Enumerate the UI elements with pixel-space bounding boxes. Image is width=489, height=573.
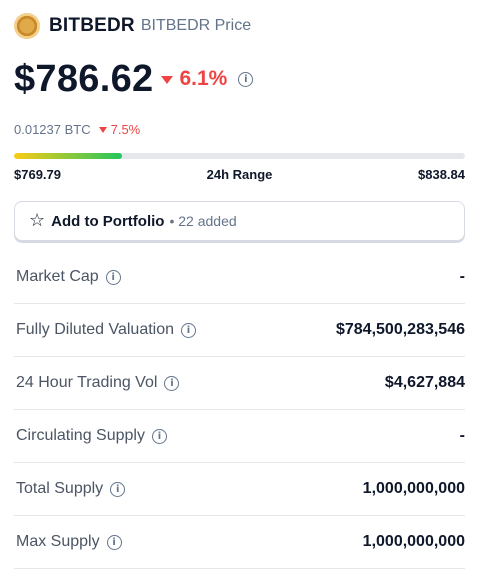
btc-price-row: 0.01237 BTC 7.5% xyxy=(14,122,465,137)
add-to-portfolio-button[interactable]: ☆ Add to Portfolio • 22 added xyxy=(14,201,465,241)
stat-row-market-cap: Market Cap i - xyxy=(14,251,465,304)
stat-label-text: 24 Hour Trading Vol xyxy=(16,374,158,391)
stat-row-24h-trading-vol: 24 Hour Trading Vol i $4,627,884 xyxy=(14,357,465,410)
stat-label: Fully Diluted Valuation i xyxy=(16,321,197,339)
info-icon[interactable]: i xyxy=(151,428,167,444)
caret-down-icon xyxy=(161,76,174,84)
stat-label-text: Total Supply xyxy=(16,480,104,497)
coin-logo xyxy=(14,13,40,39)
stat-value: - xyxy=(459,268,465,285)
stat-label: Max Supply i xyxy=(16,533,122,551)
info-icon[interactable]: i xyxy=(238,71,254,87)
stat-label: Market Cap i xyxy=(16,268,121,286)
star-icon: ☆ xyxy=(29,210,46,231)
range-labels: $769.79 24h Range $838.84 xyxy=(14,167,465,182)
coin-subtitle: BITBEDR Price xyxy=(140,17,252,34)
range-high: $838.84 xyxy=(418,167,465,182)
stat-label: Circulating Supply i xyxy=(16,427,167,445)
stat-value: 1,000,000,000 xyxy=(362,480,465,497)
btc-price: 0.01237 BTC xyxy=(14,122,91,137)
range-bar-fill xyxy=(14,153,123,159)
stat-row-max-supply: Max Supply i 1,000,000,000 xyxy=(14,516,465,569)
info-icon[interactable]: i xyxy=(164,375,180,391)
stat-value: 1,000,000,000 xyxy=(362,533,465,550)
price-row: $786.62 6.1% i xyxy=(14,58,465,100)
current-price: $786.62 xyxy=(14,57,154,100)
portfolio-added-count: • 22 added xyxy=(169,213,237,229)
stat-row-fully-diluted-valuation: Fully Diluted Valuation i $784,500,283,5… xyxy=(14,304,465,357)
stat-value: $4,627,884 xyxy=(384,374,465,391)
add-to-portfolio-label: Add to Portfolio xyxy=(51,212,165,230)
coin-symbol: BITBEDR xyxy=(49,15,135,36)
price-change-value: 6.1% xyxy=(179,67,228,90)
stats-list: Market Cap i - Fully Diluted Valuation i… xyxy=(14,251,465,569)
stat-label: Total Supply i xyxy=(16,480,126,498)
stat-row-total-supply: Total Supply i 1,000,000,000 xyxy=(14,463,465,516)
info-icon[interactable]: i xyxy=(110,481,126,497)
info-icon[interactable]: i xyxy=(181,322,197,338)
stat-label-text: Fully Diluted Valuation xyxy=(16,321,175,338)
price-change: 6.1% xyxy=(161,67,227,91)
range-low: $769.79 xyxy=(14,167,61,182)
coin-price-panel: BITBEDR BITBEDR Price $786.62 6.1% i 0.0… xyxy=(14,10,465,569)
info-icon[interactable]: i xyxy=(105,269,121,285)
stat-value: - xyxy=(459,427,465,444)
range-bar xyxy=(14,153,465,159)
stat-value: $784,500,283,546 xyxy=(335,321,465,338)
stat-label-text: Max Supply xyxy=(16,533,100,550)
info-icon[interactable]: i xyxy=(106,534,122,550)
stat-row-circulating-supply: Circulating Supply i - xyxy=(14,410,465,463)
btc-change-value: 7.5% xyxy=(110,122,141,137)
btc-change: 7.5% xyxy=(98,122,141,137)
coin-header: BITBEDR BITBEDR Price xyxy=(14,10,465,42)
stat-label: 24 Hour Trading Vol i xyxy=(16,374,180,392)
stat-label-text: Market Cap xyxy=(16,268,99,285)
caret-down-icon xyxy=(98,126,107,133)
range-title: 24h Range xyxy=(206,167,273,182)
stat-label-text: Circulating Supply xyxy=(16,427,145,444)
